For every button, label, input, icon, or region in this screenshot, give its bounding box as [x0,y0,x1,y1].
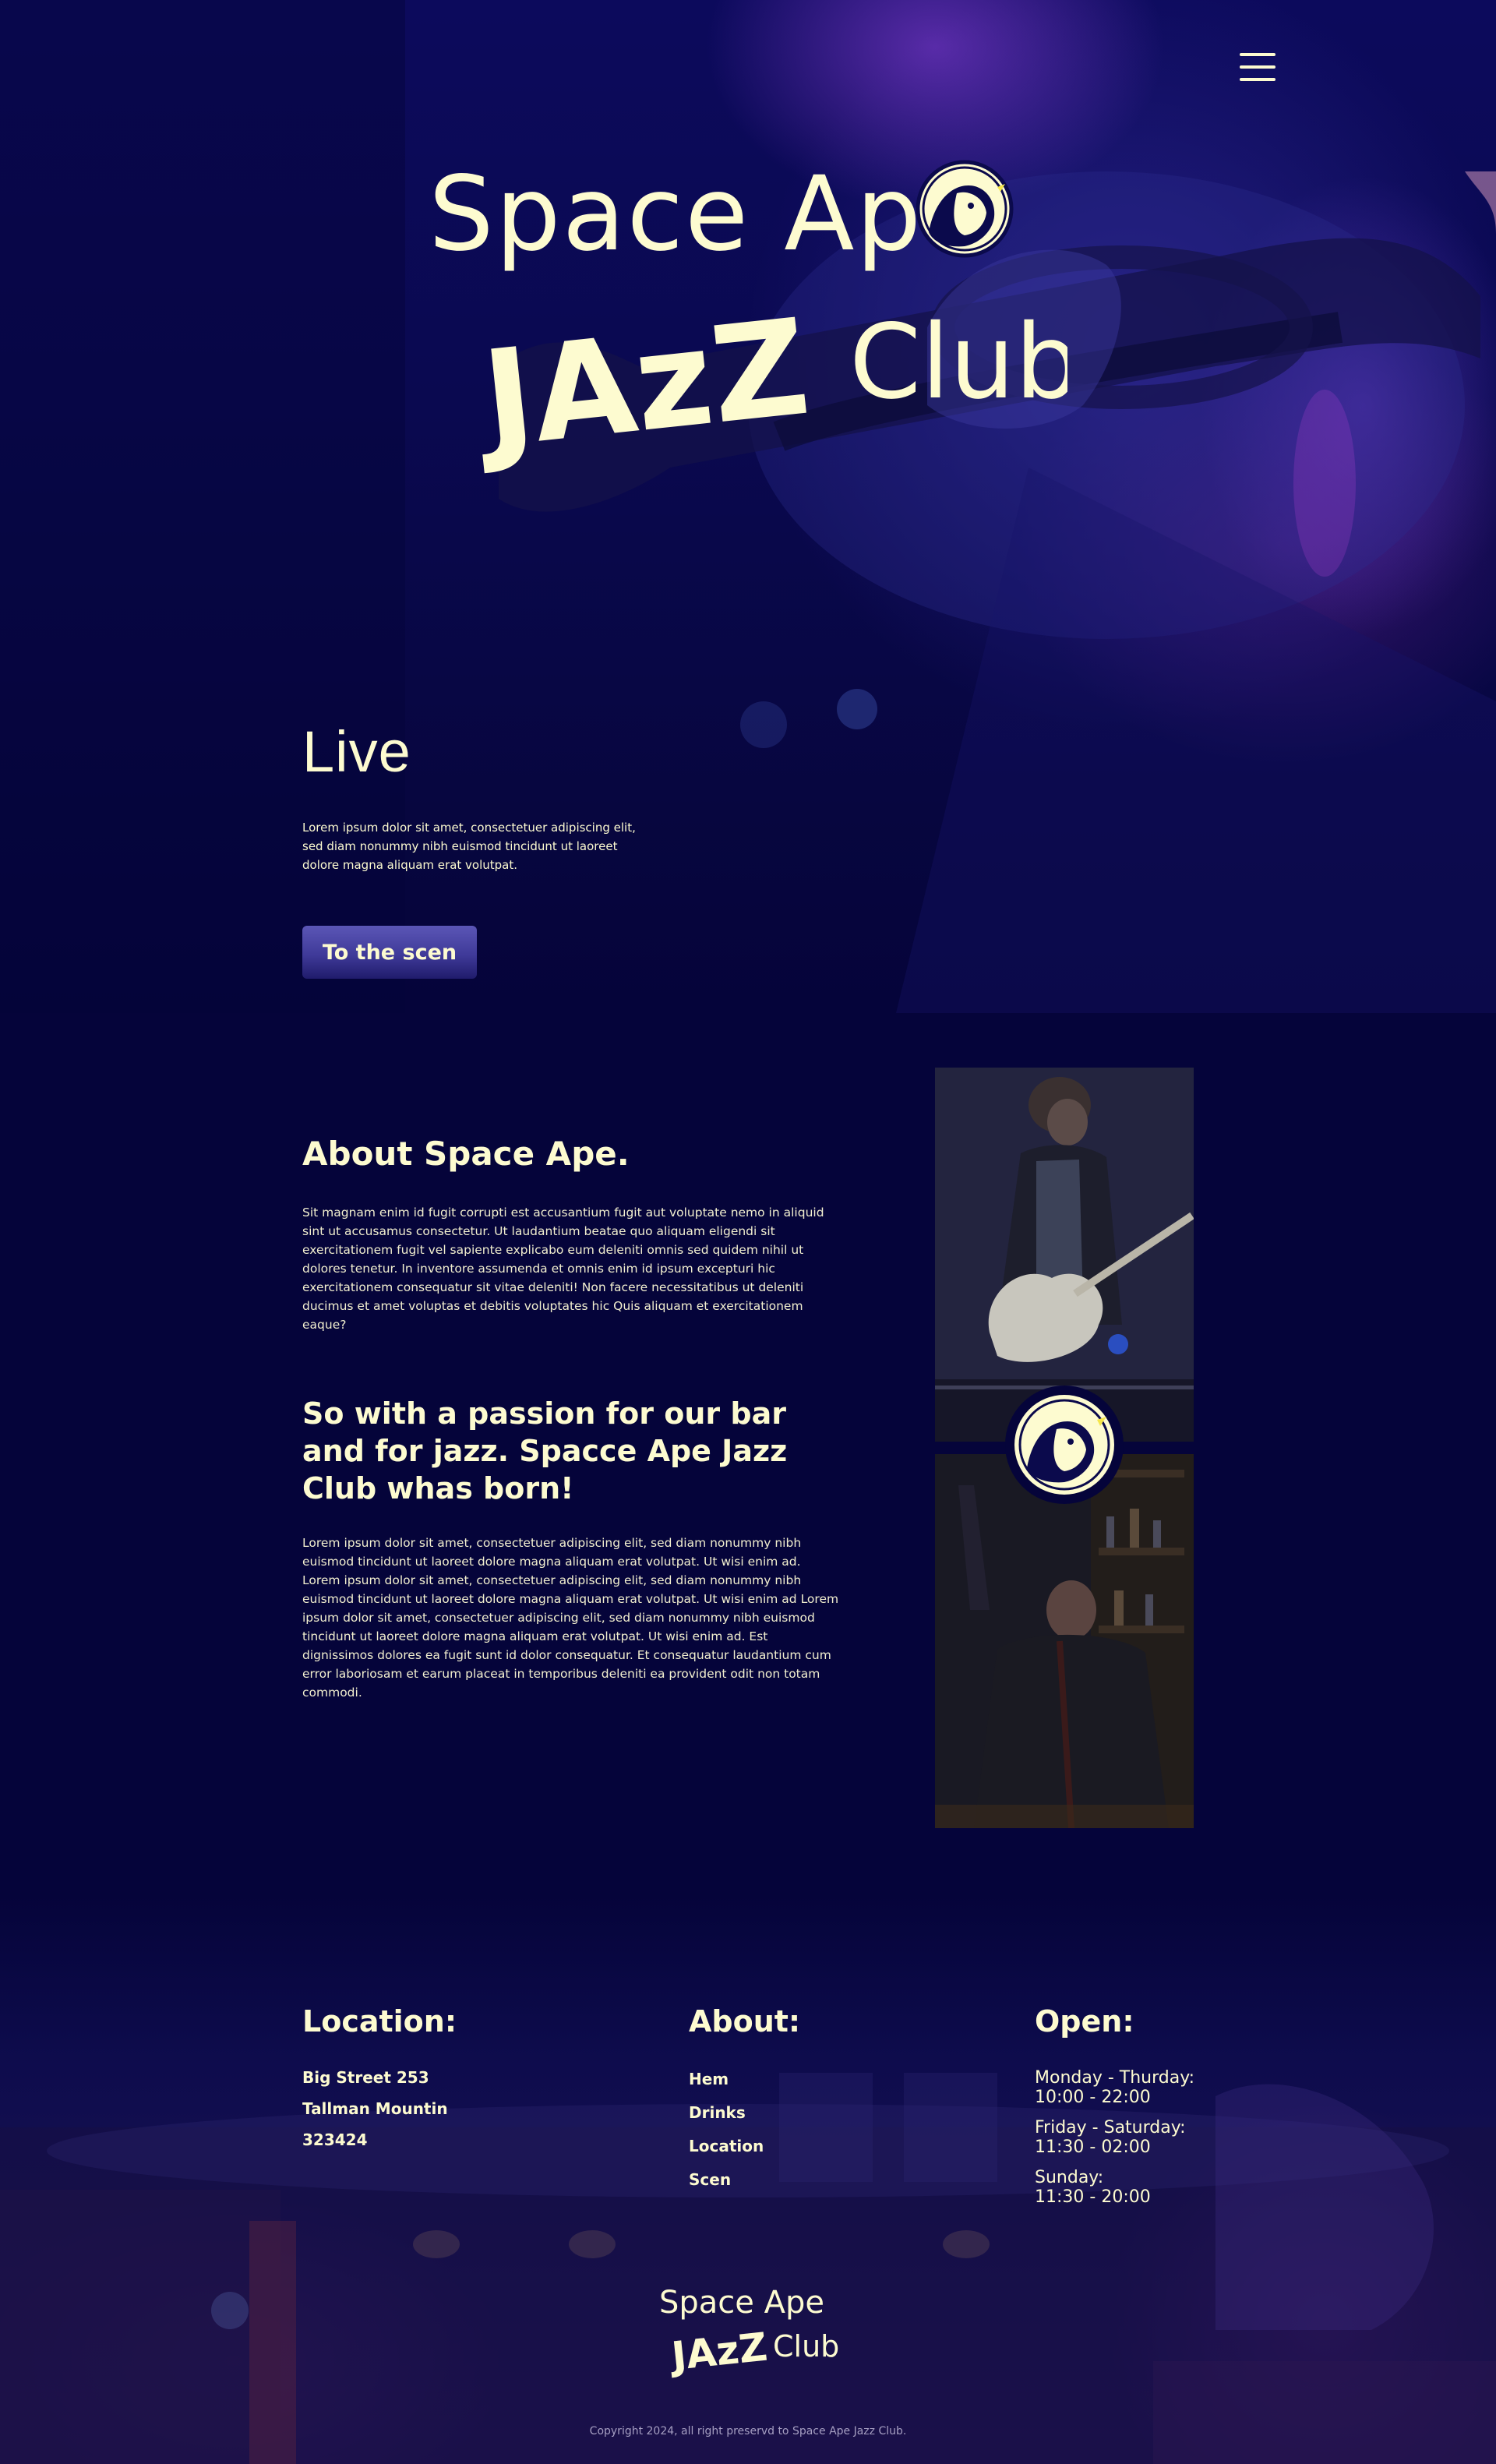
hours-days: Sunday: [1035,2168,1104,2187]
footer-logo-jazz-text: JAzZ [667,2325,769,2380]
space-ape-jazz-club-logo: Space Ape JAzZ Club [429,154,1067,475]
copyright-text: Copyright 2024, all right preservd to Sp… [589,2425,907,2438]
menu-bar [1240,78,1275,81]
bartender-illustration [935,1454,1194,1828]
passion-text: Lorem ipsum dolor sit amet, consectetuer… [302,1536,839,1700]
footer-location-title: Location: [302,2004,457,2039]
logo-club-text: Club [849,302,1067,422]
footer-address-line: Tallman Mountin [302,2099,448,2118]
footer-link-drinks[interactable]: Drinks [689,2103,746,2122]
footer-link-location[interactable]: Location [689,2137,764,2155]
footer-open-title: Open: [1035,2004,1134,2039]
hero-description: Lorem ipsum dolor sit amet, consectetuer… [302,821,636,872]
ape-astronaut-icon [916,160,1014,258]
hero-section: Space Ape JAzZ Club Live Lorem ipsum dol… [0,0,1496,1013]
footer-address-line: 323424 [302,2130,368,2149]
hours-days: Friday - Saturday: [1035,2118,1186,2137]
ape-astronaut-badge [1005,1386,1124,1504]
logo-space-ape-text: Space Ape [429,154,988,274]
passion-title: So with a passion for our bar and for ja… [302,1396,788,1506]
menu-bar [1240,65,1275,69]
hamburger-menu-icon[interactable] [1237,51,1278,83]
hours-days: Monday - Thurday: [1035,2068,1195,2088]
menu-bar [1240,53,1275,56]
hours-time: 11:30 - 20:00 [1035,2187,1151,2207]
footer-address-line: Big Street 253 [302,2068,429,2087]
about-title: About Space Ape. [302,1135,630,1173]
hero-title: Live [302,719,411,784]
footer-logo-space-ape-text: Space Ape [659,2285,824,2321]
hours-time: 10:00 - 22:00 [1035,2088,1151,2107]
to-the-scene-button[interactable]: To the scen [302,926,477,979]
ape-astronaut-icon [1014,1395,1114,1495]
footer-link-scen[interactable]: Scen [689,2170,731,2189]
footer-link-hem[interactable]: Hem [689,2070,729,2088]
footer-about-title: About: [689,2004,801,2039]
hours-time: 11:30 - 02:00 [1035,2137,1151,2157]
about-text: Sit magnam enim id fugit corrupti est ac… [302,1206,824,1332]
footer-logo-club-text: Club [773,2329,839,2363]
logo-jazz-text: JAzZ [468,291,815,475]
bartender-photo [935,1454,1194,1828]
footer-logo: Space Ape JAzZ Club [659,2285,839,2380]
